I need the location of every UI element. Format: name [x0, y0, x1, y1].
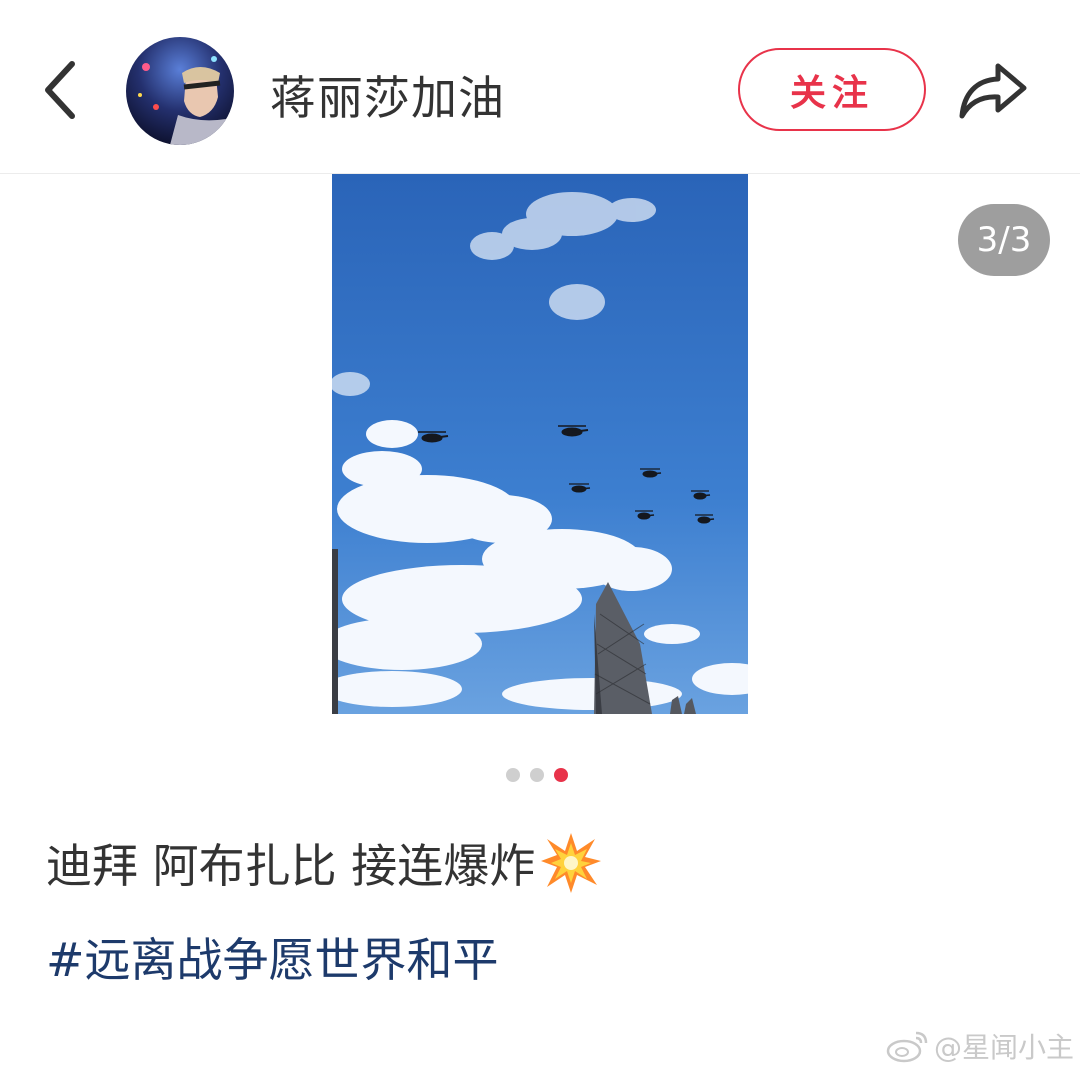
- post-header: 蒋丽莎加油 关注: [0, 0, 1080, 174]
- hashtag-link[interactable]: #远离战争愿世界和平: [46, 924, 499, 990]
- follow-button[interactable]: 关注: [738, 48, 926, 131]
- avatar[interactable]: [126, 37, 234, 145]
- user-name[interactable]: 蒋丽莎加油: [270, 62, 505, 128]
- collision-explosion-icon: [539, 831, 603, 895]
- watermark-text: @星闻小主: [934, 1031, 1075, 1064]
- share-arrow-icon: [959, 63, 1027, 119]
- gallery-pagination: [506, 768, 576, 782]
- share-button[interactable]: [958, 60, 1030, 122]
- pagination-dot-1[interactable]: [506, 768, 520, 782]
- post-photo[interactable]: [332, 174, 748, 714]
- post-text: 迪拜 阿布扎比 接连爆炸: [46, 830, 603, 896]
- watermark: @星闻小主: [886, 1026, 1074, 1066]
- image-counter: 3/3: [958, 204, 1050, 276]
- pagination-dot-3-active[interactable]: [554, 768, 568, 782]
- pagination-dot-2[interactable]: [530, 768, 544, 782]
- avatar-image: [126, 37, 234, 145]
- post-body-text: 迪拜 阿布扎比 接连爆炸: [46, 839, 536, 893]
- weibo-logo-icon: [886, 1031, 928, 1063]
- chevron-left-icon: [45, 61, 75, 119]
- back-button[interactable]: [36, 58, 88, 122]
- sky-helicopters-photo: [332, 174, 748, 714]
